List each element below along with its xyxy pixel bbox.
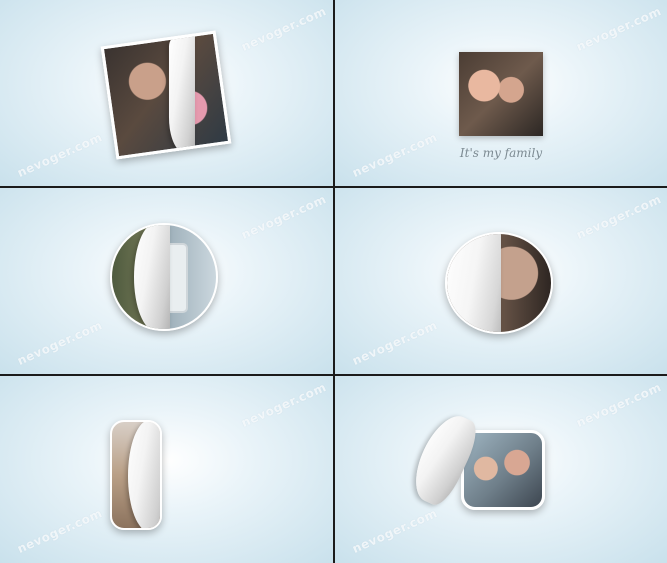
watermark: nevoger.com (15, 317, 105, 369)
person-photo-rect (110, 420, 162, 530)
panel-6: nevoger.com nevoger.com (335, 376, 667, 563)
phone-photo-circle (110, 223, 218, 331)
page-curl (447, 234, 501, 332)
page-curl (128, 422, 160, 528)
panel-1: nevoger.com nevoger.com (0, 0, 333, 186)
watermark: nevoger.com (350, 317, 440, 369)
watermark: nevoger.com (574, 379, 664, 431)
mother-baby-photo (100, 30, 232, 160)
panel-4: nevoger.com nevoger.com (335, 188, 667, 374)
photo-caption: It's my family (459, 146, 543, 160)
family-photo (459, 52, 543, 136)
page-curl (168, 34, 195, 153)
portrait-photo-circle (445, 232, 553, 334)
father-son-photo (404, 408, 545, 510)
watermark: nevoger.com (350, 129, 440, 181)
watermark: nevoger.com (15, 129, 105, 181)
watermark: nevoger.com (574, 3, 664, 55)
watermark: nevoger.com (239, 379, 329, 431)
page-curl (134, 225, 170, 329)
watermark: nevoger.com (574, 191, 664, 243)
panel-5: nevoger.com nevoger.com (0, 376, 333, 563)
watermark: nevoger.com (239, 3, 329, 55)
panel-2: nevoger.com nevoger.com It's my family (335, 0, 667, 186)
storyboard-grid: nevoger.com nevoger.com nevoger.com nevo… (0, 0, 667, 563)
watermark: nevoger.com (239, 191, 329, 243)
page-curl (404, 408, 484, 510)
watermark: nevoger.com (15, 505, 105, 557)
panel-3: nevoger.com nevoger.com (0, 188, 333, 374)
watermark: nevoger.com (350, 505, 440, 557)
